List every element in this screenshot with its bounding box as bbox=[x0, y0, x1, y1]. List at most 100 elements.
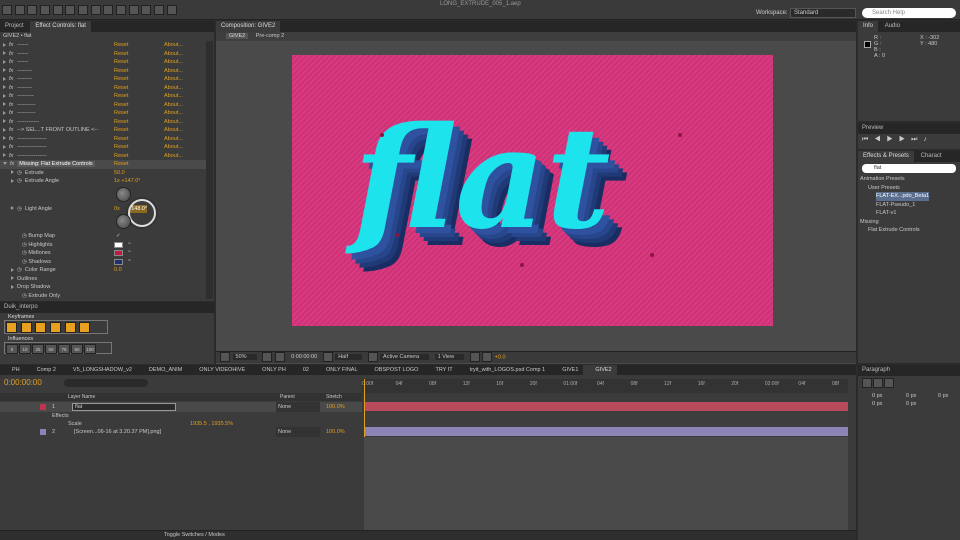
reset-link[interactable]: Reset bbox=[114, 143, 128, 152]
missing-effect-row[interactable]: fx Missing: Flat Extrude Controls Reset bbox=[0, 160, 212, 169]
col-layer-name[interactable]: Layer Name bbox=[68, 393, 95, 401]
fx-icon[interactable]: fx bbox=[9, 153, 13, 159]
preset-tree-item[interactable]: Flat Extrude Controls bbox=[868, 226, 920, 235]
clone-tool-icon[interactable] bbox=[128, 5, 139, 15]
effect-row[interactable]: fx -------- Reset About... bbox=[0, 84, 212, 93]
snapshot-icon[interactable] bbox=[274, 352, 285, 362]
bump-map-checkbox[interactable]: ✓ bbox=[116, 232, 121, 241]
effect-row[interactable]: fx ---------------- Reset About... bbox=[0, 152, 212, 161]
expand-triangle-icon[interactable] bbox=[11, 206, 14, 211]
fx-icon[interactable]: fx bbox=[9, 93, 13, 99]
safe-margins-icon[interactable] bbox=[262, 352, 273, 362]
drop-shadow-row[interactable]: Drop Shadow bbox=[0, 283, 212, 292]
expand-triangle-icon[interactable] bbox=[11, 267, 14, 272]
effect-row[interactable]: fx ------ Reset About... bbox=[0, 58, 212, 67]
timeline-tab[interactable]: TRY IT bbox=[423, 365, 457, 375]
expand-triangle-icon[interactable] bbox=[11, 170, 14, 175]
fx-icon[interactable]: fx bbox=[9, 127, 13, 133]
pan-behind-tool-icon[interactable] bbox=[65, 5, 76, 15]
stopwatch-icon[interactable]: ◷ bbox=[22, 259, 27, 265]
bump-map-row[interactable]: ◷ Bump Map ✓ bbox=[0, 232, 212, 241]
expand-triangle-icon[interactable] bbox=[3, 42, 6, 47]
keyframe-linear-icon[interactable] bbox=[6, 322, 17, 333]
layer1-bar[interactable] bbox=[364, 402, 848, 411]
comp-canvas[interactable]: flat flat flat flat flat bbox=[292, 55, 773, 326]
show-channel-icon[interactable] bbox=[322, 352, 333, 362]
rotate-tool-icon[interactable] bbox=[40, 5, 51, 15]
timeline-tab[interactable]: DEMO_ANIM bbox=[137, 365, 187, 375]
stopwatch-icon[interactable]: ◷ bbox=[22, 293, 27, 299]
expand-triangle-icon[interactable] bbox=[3, 153, 6, 158]
hand-tool-icon[interactable] bbox=[14, 5, 25, 15]
keyframe-hold-icon[interactable] bbox=[64, 322, 76, 333]
fx-icon[interactable]: fx bbox=[9, 51, 13, 57]
expand-triangle-icon[interactable] bbox=[3, 93, 6, 98]
timeline-tab[interactable]: ONLY VIDEOHIVE bbox=[187, 365, 250, 375]
expand-triangle-icon[interactable] bbox=[3, 68, 6, 73]
expand-triangle-icon[interactable] bbox=[11, 284, 14, 289]
mask-tool-icon[interactable] bbox=[78, 5, 89, 15]
extrude-angle-dial[interactable] bbox=[116, 186, 131, 202]
pen-tool-icon[interactable] bbox=[90, 5, 101, 15]
tab-audio[interactable]: Audio bbox=[880, 21, 905, 32]
fx-icon[interactable]: fx bbox=[9, 59, 13, 65]
keyframe-easy-ease-icon[interactable] bbox=[50, 322, 62, 333]
expand-triangle-icon[interactable] bbox=[3, 110, 6, 115]
effect-row[interactable]: fx ------ Reset About... bbox=[0, 41, 212, 50]
effect-row[interactable]: fx ------ Reset About... bbox=[0, 50, 212, 59]
col-parent[interactable]: Parent bbox=[280, 393, 295, 401]
about-link[interactable]: About... bbox=[164, 75, 183, 84]
eyedropper-icon[interactable]: ⁼ bbox=[128, 258, 131, 267]
influence-button[interactable]: 75 bbox=[58, 344, 70, 354]
fx-icon[interactable]: fx bbox=[9, 110, 13, 116]
fx-icon[interactable]: fx bbox=[9, 85, 13, 91]
expand-triangle-icon[interactable] bbox=[3, 144, 6, 149]
preset-tree-item[interactable]: FLAT-EX...pdo_Beta1 bbox=[876, 192, 930, 201]
align-center-icon[interactable] bbox=[873, 378, 883, 388]
influence-button[interactable]: 50 bbox=[45, 344, 57, 354]
p-val-1[interactable]: 0 px bbox=[872, 393, 882, 399]
timeline-tab[interactable]: OBSPOST LOGO bbox=[363, 365, 424, 375]
layer2-bar[interactable] bbox=[364, 427, 848, 436]
camera-select[interactable]: Active Camera bbox=[380, 354, 430, 361]
stopwatch-icon[interactable]: ◷ bbox=[17, 178, 22, 184]
preset-tree-item[interactable]: FLAT-Pseudo_1 bbox=[876, 201, 915, 210]
tab-effects-presets[interactable]: Effects & Presets bbox=[858, 151, 914, 162]
keyframe-auto-icon[interactable] bbox=[79, 322, 91, 333]
camera-tool-icon[interactable] bbox=[52, 5, 63, 15]
extrude-value[interactable]: 50.0 bbox=[114, 169, 125, 178]
reset-link[interactable]: Reset bbox=[114, 135, 128, 144]
reset-link[interactable]: Reset bbox=[114, 126, 128, 135]
effect-row[interactable]: fx ---------- Reset About... bbox=[0, 101, 212, 110]
expand-triangle-icon[interactable] bbox=[3, 136, 6, 141]
about-link[interactable]: About... bbox=[164, 84, 183, 93]
effect-row[interactable]: fx ---------- Reset About... bbox=[0, 109, 212, 118]
expand-triangle-icon[interactable] bbox=[11, 178, 14, 183]
reset-link[interactable]: Reset bbox=[114, 84, 128, 93]
extrude[interactable]: ◷ Extrude 50.0 bbox=[0, 169, 212, 178]
ec-scrollbar[interactable] bbox=[206, 41, 213, 299]
about-link[interactable]: About... bbox=[164, 126, 183, 135]
reset-link[interactable]: Reset bbox=[114, 50, 128, 59]
p-val-3[interactable]: 0 px bbox=[938, 393, 948, 399]
highlights-color-swatch[interactable] bbox=[114, 241, 123, 248]
keyframe-ease-in-icon[interactable] bbox=[20, 322, 32, 333]
fx-icon[interactable]: fx bbox=[9, 102, 13, 108]
influence-button[interactable]: 25 bbox=[32, 344, 44, 354]
expand-triangle-icon[interactable] bbox=[3, 102, 6, 107]
subtab-precomp2[interactable]: Pre-comp 2 bbox=[256, 33, 284, 39]
first-frame-icon[interactable]: ⏮ bbox=[862, 136, 874, 143]
brush-tool-icon[interactable] bbox=[116, 5, 127, 15]
layer2-stretch[interactable]: 100.0% bbox=[326, 427, 345, 437]
subtab-give2[interactable]: GIVE2 bbox=[226, 33, 249, 39]
midtones-color-swatch[interactable] bbox=[114, 250, 123, 256]
effect-row[interactable]: fx -------- Reset About... bbox=[0, 67, 212, 76]
puppet-tool-icon[interactable] bbox=[166, 5, 177, 15]
shadows-row[interactable]: ◷ Shadows ⁼ bbox=[0, 258, 212, 267]
reset-link[interactable]: Reset bbox=[114, 118, 128, 127]
reset-link[interactable]: Reset bbox=[114, 92, 128, 101]
search-help-field[interactable]: Search Help bbox=[862, 8, 956, 18]
preset-tree-item[interactable]: Animation Presets bbox=[860, 175, 905, 184]
highlights-row[interactable]: ◷ Highlights ⁼ bbox=[0, 241, 212, 250]
tab-composition[interactable]: Composition: GIVE2 bbox=[216, 21, 281, 32]
